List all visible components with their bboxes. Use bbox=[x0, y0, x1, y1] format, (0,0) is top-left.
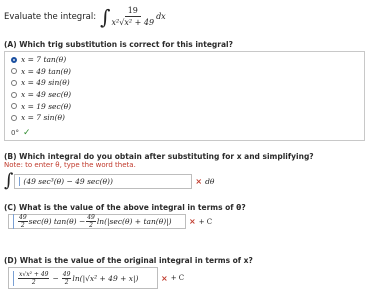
integral-sign: ∫ bbox=[4, 170, 14, 191]
option-text: x = 7 sin(θ) bbox=[21, 113, 65, 123]
minus-sign: − bbox=[52, 273, 59, 283]
part-d-answer-input[interactable]: x√x² + 49 2 − 49 2 ln(|√x² + 49 + x|) bbox=[8, 267, 158, 289]
part-b-section: (B) Which integral do you obtain after s… bbox=[4, 152, 365, 191]
integrand-fraction: 19 x²√x² + 49 bbox=[112, 6, 155, 27]
integrand-numerator: 19 bbox=[124, 6, 141, 17]
part-c-section: (C) What is the value of the above integ… bbox=[4, 203, 365, 229]
incorrect-mark-icon: × bbox=[161, 273, 168, 283]
radio-button[interactable] bbox=[11, 68, 17, 75]
part-c-answer-content: 49 2 sec(θ) tan(θ) − 49 2 ln(|sec(θ) + t… bbox=[13, 214, 172, 229]
fraction-numerator: 49 bbox=[18, 214, 28, 222]
fraction-denominator: 2 bbox=[89, 222, 93, 229]
radio-button[interactable] bbox=[11, 114, 17, 121]
part-d-section: (D) What is the value of the original in… bbox=[4, 256, 365, 289]
fraction: x√x² + 49 2 bbox=[18, 270, 50, 286]
fraction-denominator: 2 bbox=[64, 278, 69, 286]
option-49-sec[interactable]: x = 49 sec(θ) bbox=[11, 89, 358, 101]
question-prompt: Evaluate the integral: bbox=[4, 11, 97, 22]
part-b-label: (B) Which integral do you obtain after s… bbox=[4, 152, 314, 161]
fraction: 49 2 bbox=[18, 214, 28, 229]
fraction: 49 2 bbox=[61, 270, 72, 286]
option-text: x = 49 sin(θ) bbox=[21, 78, 70, 88]
incorrect-mark-icon: × bbox=[189, 217, 196, 226]
part-a-panel: x = 7 tan(θ) x = 49 tan(θ) x = 49 sin(θ)… bbox=[4, 51, 365, 141]
part-a-options: x = 7 tan(θ) x = 49 tan(θ) x = 49 sin(θ)… bbox=[5, 52, 364, 126]
part-c-answer-mid: sec(θ) tan(θ) − bbox=[28, 217, 86, 226]
part-b-answer-input[interactable]: (49 sec³(θ) − 49 sec(θ)) bbox=[14, 173, 193, 189]
partial-credit-icon: 0° bbox=[11, 128, 19, 137]
part-d-constant: + C bbox=[170, 274, 185, 282]
part-d-answer-line: x√x² + 49 2 − 49 2 ln(|√x² + 49 + x|) × … bbox=[4, 267, 365, 289]
incorrect-mark-icon: × bbox=[195, 176, 203, 186]
part-a-section: (A) Which trig substitution is correct f… bbox=[4, 40, 365, 141]
part-b-differential: dθ bbox=[205, 176, 215, 186]
fraction-numerator: 49 bbox=[86, 214, 96, 222]
option-49-sin[interactable]: x = 49 sin(θ) bbox=[11, 77, 358, 89]
option-text: x = 19 sec(θ) bbox=[21, 101, 72, 111]
part-a-feedback: 0° ✓ bbox=[5, 126, 364, 140]
question-header: Evaluate the integral: ∫ 19 x²√x² + 49 d… bbox=[4, 6, 365, 27]
part-b-answer-line: ∫ (49 sec³(θ) − 49 sec(θ)) × dθ bbox=[4, 171, 365, 191]
option-19-sec[interactable]: x = 19 sec(θ) bbox=[11, 100, 358, 112]
radio-button[interactable] bbox=[11, 103, 17, 110]
option-text: x = 7 tan(θ) bbox=[21, 55, 67, 65]
option-7-sin[interactable]: x = 7 sin(θ) bbox=[11, 112, 358, 124]
option-text: x = 49 tan(θ) bbox=[21, 66, 71, 76]
check-icon: ✓ bbox=[22, 127, 31, 138]
option-49-tan[interactable]: x = 49 tan(θ) bbox=[11, 66, 358, 78]
part-d-answer-tail: ln(|√x² + 49 + x|) bbox=[72, 273, 139, 283]
radio-button[interactable] bbox=[11, 91, 17, 98]
fraction-numerator: x√x² + 49 bbox=[18, 270, 50, 279]
part-c-constant: + C bbox=[198, 217, 213, 226]
option-7-tan[interactable]: x = 7 tan(θ) bbox=[11, 54, 358, 66]
option-text: x = 49 sec(θ) bbox=[21, 90, 72, 100]
part-c-answer-line: 49 2 sec(θ) tan(θ) − 49 2 ln(|sec(θ) + t… bbox=[4, 214, 365, 229]
radio-button[interactable] bbox=[11, 56, 17, 63]
part-d-label: (D) What is the value of the original in… bbox=[4, 256, 253, 265]
integral-sign: ∫ bbox=[100, 4, 111, 29]
integrand-differential: dx bbox=[156, 12, 166, 21]
part-c-answer-tail: ln(|sec(θ) + tan(θ)|) bbox=[96, 217, 172, 226]
part-a-label: (A) Which trig substitution is correct f… bbox=[4, 40, 233, 49]
radio-button[interactable] bbox=[11, 79, 17, 86]
part-d-answer-content: x√x² + 49 2 − 49 2 ln(|√x² + 49 + x|) bbox=[13, 270, 139, 286]
part-b-note: Note: to enter θ, type the word theta. bbox=[4, 161, 136, 169]
fraction-numerator: 49 bbox=[61, 270, 72, 279]
fraction: 49 2 bbox=[86, 214, 96, 229]
part-b-answer-text: (49 sec³(θ) − 49 sec(θ)) bbox=[19, 176, 113, 186]
fraction-denominator: 2 bbox=[20, 222, 25, 229]
part-c-label: (C) What is the value of the above integ… bbox=[4, 203, 246, 212]
integrand-denominator: x²√x² + 49 bbox=[111, 18, 155, 27]
part-c-answer-input[interactable]: 49 2 sec(θ) tan(θ) − 49 2 ln(|sec(θ) + t… bbox=[8, 214, 186, 229]
fraction-denominator: 2 bbox=[31, 278, 36, 286]
